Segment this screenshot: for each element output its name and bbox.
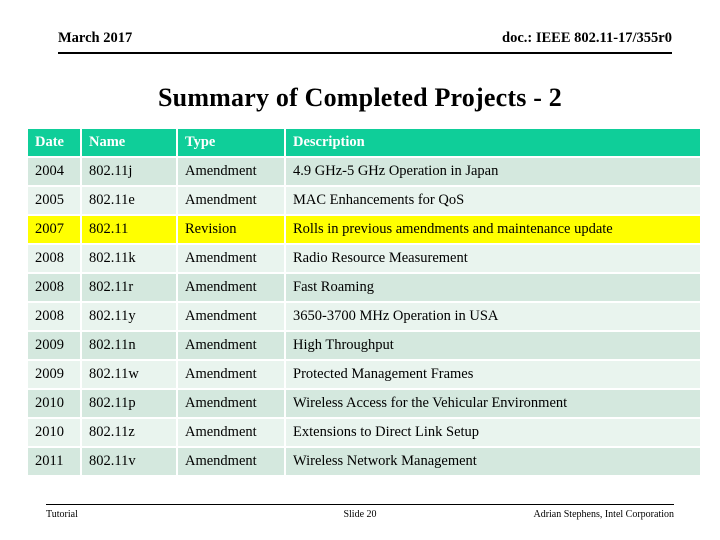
cell-date: 2007 — [28, 216, 80, 243]
cell-name: 802.11w — [82, 361, 176, 388]
cell-description: Wireless Network Management — [286, 448, 700, 475]
cell-name: 802.11z — [82, 419, 176, 446]
cell-description: High Throughput — [286, 332, 700, 359]
footer-slide-number: Slide 20 — [343, 509, 377, 520]
cell-description: Protected Management Frames — [286, 361, 700, 388]
column-header-name: Name — [82, 129, 176, 156]
header-document-id: doc.: IEEE 802.11-17/355r0 — [502, 30, 672, 46]
table-row: 2008 802.11k Amendment Radio Resource Measu… — [28, 245, 700, 272]
table-row: 2008 802.11r Amendment Fast Roaming — [28, 274, 700, 301]
cell-date: 2008 — [28, 245, 80, 272]
cell-date: 2011 — [28, 448, 80, 475]
cell-type: Amendment — [178, 187, 284, 214]
cell-type: Revision — [178, 216, 284, 243]
cell-description: Radio Resource Measurement — [286, 245, 700, 272]
table-row: 2005 802.11e Amendment MAC Enhancements for… — [28, 187, 700, 214]
column-header-description: Description — [286, 129, 700, 156]
cell-name: 802.11p — [82, 390, 176, 417]
cell-description: 4.9 GHz-5 GHz Operation in Japan — [286, 158, 700, 185]
cell-date: 2008 — [28, 274, 80, 301]
slide-header: March 2017 doc.: IEEE 802.11-17/355r0 — [58, 28, 672, 54]
cell-date: 2005 — [28, 187, 80, 214]
table-row: 2010 802.11z Amendment Extensions to Direct… — [28, 419, 700, 446]
cell-type: Amendment — [178, 361, 284, 388]
cell-description: Rolls in previous amendments and mainten… — [286, 216, 700, 243]
cell-name: 802.11y — [82, 303, 176, 330]
header-date: March 2017 — [58, 30, 133, 46]
table-body: 2004 802.11j Amendment 4.9 GHz-5 GHz Operat… — [28, 158, 700, 475]
table-header-row: Date Name Type Description — [28, 129, 700, 156]
cell-description: 3650-3700 MHz Operation in USA — [286, 303, 700, 330]
column-header-date: Date — [28, 129, 80, 156]
cell-description: Wireless Access for the Vehicular Enviro… — [286, 390, 700, 417]
cell-name: 802.11k — [82, 245, 176, 272]
cell-name: 802.11r — [82, 274, 176, 301]
cell-description: Fast Roaming — [286, 274, 700, 301]
cell-description: Extensions to Direct Link Setup — [286, 419, 700, 446]
footer-author: Adrian Stephens, Intel Corporation — [533, 509, 674, 520]
table-row: 2007 802.11 Revision Rolls in previous amen… — [28, 216, 700, 243]
table-row: 2008 802.11y Amendment 3650-3700 MHz Operat… — [28, 303, 700, 330]
cell-name: 802.11j — [82, 158, 176, 185]
footer-section: Tutorial — [46, 509, 78, 520]
cell-date: 2010 — [28, 390, 80, 417]
cell-date: 2008 — [28, 303, 80, 330]
page-title: Summary of Completed Projects - 2 — [158, 83, 562, 112]
cell-name: 802.11e — [82, 187, 176, 214]
cell-name: 802.11n — [82, 332, 176, 359]
cell-type: Amendment — [178, 419, 284, 446]
cell-date: 2009 — [28, 332, 80, 359]
completed-projects-table: Date Name Type Description 2004 802.11j Am… — [26, 127, 702, 477]
cell-type: Amendment — [178, 158, 284, 185]
cell-date: 2004 — [28, 158, 80, 185]
table-row: 2004 802.11j Amendment 4.9 GHz-5 GHz Operat… — [28, 158, 700, 185]
cell-type: Amendment — [178, 390, 284, 417]
cell-type: Amendment — [178, 448, 284, 475]
cell-description: MAC Enhancements for QoS — [286, 187, 700, 214]
cell-type: Amendment — [178, 332, 284, 359]
table-row: 2011 802.11v Amendment Wireless Network Man… — [28, 448, 700, 475]
cell-type: Amendment — [178, 303, 284, 330]
column-header-type: Type — [178, 129, 284, 156]
cell-date: 2010 — [28, 419, 80, 446]
cell-type: Amendment — [178, 245, 284, 272]
cell-name: 802.11v — [82, 448, 176, 475]
table-row: 2009 802.11n Amendment High Throughput — [28, 332, 700, 359]
cell-type: Amendment — [178, 274, 284, 301]
table-row: 2010 802.11p Amendment Wireless Access for … — [28, 390, 700, 417]
table-row: 2009 802.11w Amendment Protected Management… — [28, 361, 700, 388]
slide-footer: Tutorial Slide 20 Adrian Stephens, Intel… — [46, 504, 674, 526]
table-header: Date Name Type Description — [28, 129, 700, 156]
cell-date: 2009 — [28, 361, 80, 388]
cell-name: 802.11 — [82, 216, 176, 243]
